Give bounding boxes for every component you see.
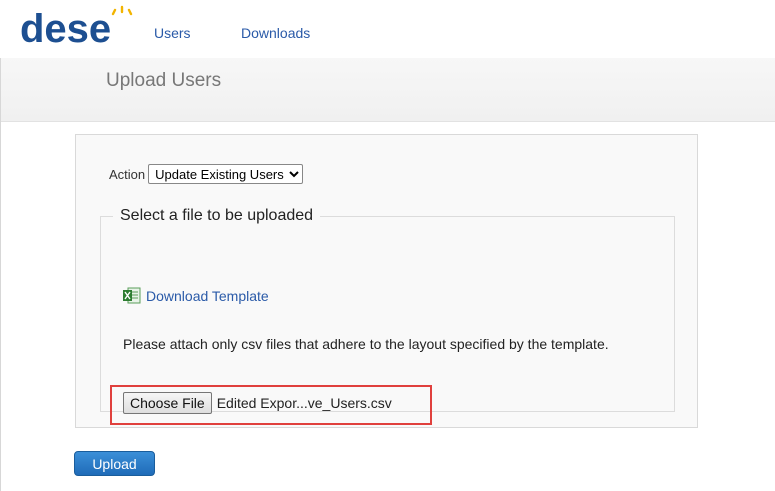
nav-users-link[interactable]: Users xyxy=(154,25,191,41)
logo-sun-rays xyxy=(111,5,133,16)
upload-instructions: Please attach only csv files that adhere… xyxy=(123,336,609,352)
action-select[interactable]: Update Existing Users xyxy=(148,164,304,184)
choose-file-button[interactable]: Choose File xyxy=(123,392,212,414)
selected-file-name: Edited Expor...ve_Users.csv xyxy=(216,395,392,411)
logo-text: dese xyxy=(20,7,111,50)
page-header: Upload Users xyxy=(1,58,775,122)
upload-panel: Action Update Existing Users Select a fi… xyxy=(75,134,698,428)
page-title: Upload Users xyxy=(106,70,222,91)
action-label: Action xyxy=(109,166,146,182)
nav-downloads-link[interactable]: Downloads xyxy=(241,25,310,41)
file-input[interactable]: Choose File Edited Expor...ve_Users.csv xyxy=(123,392,392,414)
action-row: Action Update Existing Users xyxy=(109,164,304,184)
dese-logo[interactable]: dese xyxy=(18,4,138,50)
fieldset-legend: Select a file to be uploaded xyxy=(120,207,314,224)
upload-button[interactable]: Upload xyxy=(74,451,155,476)
download-template-link[interactable]: Download Template xyxy=(123,287,269,304)
top-nav: dese Users Downloads xyxy=(0,0,775,58)
excel-icon xyxy=(123,287,141,304)
file-upload-fieldset: Select a file to be uploaded Download Te… xyxy=(100,207,675,425)
download-template-label: Download Template xyxy=(146,287,269,304)
